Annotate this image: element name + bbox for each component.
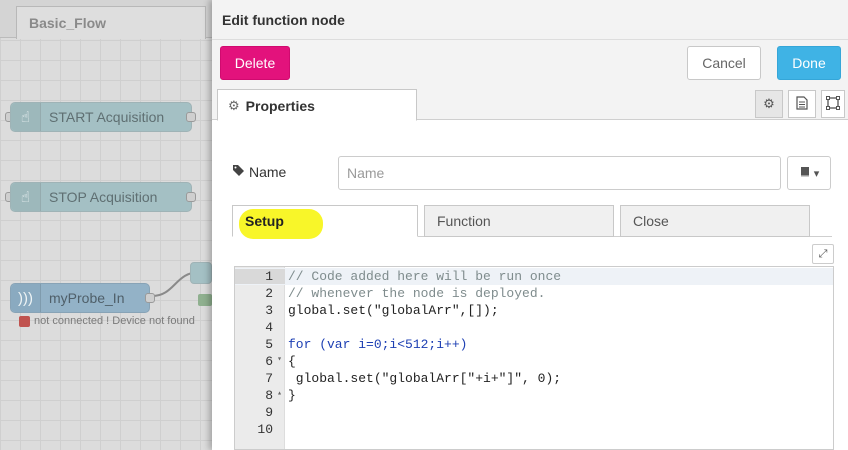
tab-properties[interactable]: ⚙ Properties bbox=[217, 89, 417, 121]
document-icon bbox=[796, 95, 808, 113]
caret-down-icon: ▾ bbox=[813, 167, 820, 180]
name-label: Name bbox=[232, 164, 286, 180]
node-output-port[interactable] bbox=[186, 192, 196, 202]
tray-toolbar: Delete Cancel Done bbox=[212, 40, 848, 86]
code-line: 6 ▾ { bbox=[265, 354, 296, 369]
fold-close-icon[interactable]: ▴ bbox=[277, 388, 282, 398]
book-icon bbox=[799, 166, 811, 180]
start-acquisition-node[interactable]: ☝ START Acquisition bbox=[10, 102, 192, 132]
expand-editor-button[interactable]: ⤢ bbox=[812, 244, 834, 264]
code-editor[interactable]: 1 // Code added here will be run once 2 … bbox=[234, 266, 834, 450]
tab-setup[interactable]: Setup bbox=[232, 205, 418, 239]
done-button[interactable]: Done bbox=[777, 46, 841, 80]
wave-icon: ))) bbox=[11, 284, 41, 312]
tab-close[interactable]: Close bbox=[620, 205, 810, 237]
stop-acquisition-node[interactable]: ☝ STOP Acquisition bbox=[10, 182, 192, 212]
tag-icon bbox=[232, 164, 245, 180]
hand-icon: ☝ bbox=[11, 183, 41, 211]
node-status-text: not connected ! Device not found bbox=[34, 315, 195, 327]
edit-tray: Edit function node Delete Cancel Done ⚙ … bbox=[212, 0, 848, 450]
tab-function[interactable]: Function bbox=[424, 205, 614, 237]
expand-icon: ⤢ bbox=[818, 247, 828, 260]
code-line: 10 bbox=[257, 422, 273, 437]
flow-tab[interactable]: Basic_Flow bbox=[16, 6, 206, 39]
code-line: 8 ▴ } bbox=[265, 388, 296, 403]
function-sub-tabs: Setup Function Close bbox=[232, 205, 832, 239]
cancel-button[interactable]: Cancel bbox=[687, 46, 761, 80]
code-line: 9 bbox=[265, 405, 273, 420]
hand-icon: ☝ bbox=[11, 103, 41, 131]
code-line: 1 // Code added here will be run once bbox=[235, 268, 833, 285]
description-side-button[interactable] bbox=[788, 90, 816, 118]
node-status-indicator bbox=[198, 294, 212, 306]
delete-button[interactable]: Delete bbox=[220, 46, 290, 80]
code-line: 3 global.set("globalArr",[]); bbox=[265, 303, 499, 318]
code-line: 4 bbox=[265, 320, 273, 335]
code-line: 5 for (var i=0;i<512;i++) bbox=[265, 337, 468, 352]
tray-title: Edit function node bbox=[212, 0, 848, 40]
frame-icon bbox=[826, 95, 840, 113]
fold-open-icon[interactable]: ▾ bbox=[277, 354, 282, 364]
gear-icon: ⚙ bbox=[228, 98, 240, 113]
workspace-tabbar: Basic_Flow bbox=[0, 0, 212, 39]
settings-side-button[interactable]: ⚙ bbox=[755, 90, 783, 118]
name-input[interactable] bbox=[338, 156, 781, 190]
library-button[interactable]: ▾ bbox=[787, 156, 831, 190]
node-output-port[interactable] bbox=[145, 293, 155, 303]
appearance-side-button[interactable] bbox=[821, 90, 845, 118]
tray-tabs: ⚙ Properties ⚙ bbox=[212, 86, 848, 121]
flow-workspace[interactable]: Basic_Flow ☝ START Acquisition ☝ STOP Ac… bbox=[0, 0, 212, 450]
gear-icon: ⚙ bbox=[763, 96, 775, 111]
code-line: 7 global.set("globalArr["+i+"]", 0); bbox=[265, 371, 562, 386]
function-node[interactable] bbox=[190, 262, 212, 284]
myprobe-in-node[interactable]: ))) myProbe_In bbox=[10, 283, 150, 313]
node-output-port[interactable] bbox=[186, 112, 196, 122]
error-status-icon bbox=[19, 316, 30, 327]
name-row: Name ▾ bbox=[232, 156, 832, 190]
code-line: 2 // whenever the node is deployed. bbox=[265, 286, 546, 301]
